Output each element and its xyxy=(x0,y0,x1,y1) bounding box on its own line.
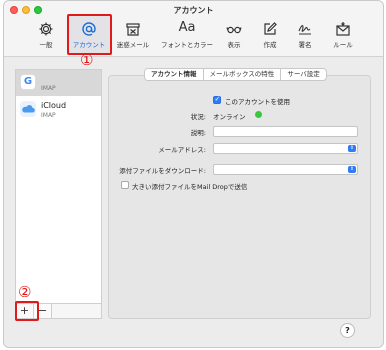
tab-account-info[interactable]: アカウント情報 xyxy=(145,69,204,80)
callout-2: ② xyxy=(18,283,32,301)
preferences-window: アカウント 一般 アカウント 迷惑メール Aa フォントとカラー 表示 作成 署… xyxy=(3,0,384,348)
account-item-google[interactable]: G IMAP xyxy=(16,70,101,96)
signature-icon xyxy=(298,25,311,35)
chevron-updown-icon: ⇕ xyxy=(348,166,356,173)
enable-account-label: このアカウントを使用 xyxy=(225,98,290,106)
toolbar-label: ルール xyxy=(333,41,353,49)
status-online-indicator xyxy=(255,111,262,118)
account-item-icloud[interactable]: iCloud IMAP xyxy=(16,97,101,123)
toolbar-label: 迷惑メール xyxy=(116,41,150,49)
icloud-icon xyxy=(20,101,36,117)
toolbar-junk-mail[interactable]: 迷惑メール xyxy=(112,19,154,55)
status-value: オンライン xyxy=(213,113,246,121)
toolbar-accounts[interactable]: アカウント xyxy=(68,19,110,55)
help-button[interactable]: ? xyxy=(340,323,355,338)
toolbar-fonts-colors[interactable]: Aa フォントとカラー xyxy=(159,19,215,55)
toolbar-signatures[interactable]: 署名 xyxy=(284,19,326,55)
toolbar-rules[interactable]: ルール xyxy=(322,19,364,55)
toolbar-general[interactable]: 一般 xyxy=(25,19,67,55)
email-select[interactable]: ⇕ xyxy=(213,143,358,154)
enable-account-checkbox[interactable] xyxy=(213,95,221,104)
toolbar-label: アカウント xyxy=(72,41,106,49)
account-list: G IMAP iCloud IMAP xyxy=(15,69,102,319)
account-type: IMAP xyxy=(41,112,56,119)
junk-mail-icon xyxy=(126,23,140,36)
glasses-icon xyxy=(226,26,242,34)
description-label: 説明: xyxy=(190,129,206,137)
rules-envelope-icon xyxy=(336,22,350,36)
account-name: iCloud xyxy=(41,101,67,110)
gear-icon xyxy=(39,22,53,36)
tab-mailbox-behaviors[interactable]: メールボックスの特性 xyxy=(204,69,282,80)
description-field[interactable] xyxy=(213,126,358,137)
account-type: IMAP xyxy=(41,85,56,92)
detail-tabs: アカウント情報 メールボックスの特性 サーバ設定 xyxy=(144,68,327,81)
toolbar-label: 署名 xyxy=(298,41,312,49)
google-icon: G xyxy=(20,74,36,90)
title-bar: アカウント 一般 アカウント 迷惑メール Aa フォントとカラー 表示 作成 署… xyxy=(4,1,383,57)
toolbar-label: フォントとカラー xyxy=(161,41,213,49)
download-attachments-select[interactable]: ⇕ xyxy=(213,164,358,175)
mail-drop-checkbox[interactable] xyxy=(121,181,129,189)
email-label: メールアドレス: xyxy=(158,146,206,154)
mail-drop-label: 大きい添付ファイルをMail Dropで送信 xyxy=(132,183,248,191)
chevron-updown-icon: ⇕ xyxy=(348,145,356,152)
status-label: 状況: xyxy=(190,113,206,121)
compose-icon xyxy=(264,22,277,35)
font-icon: Aa xyxy=(178,20,196,35)
window-title: アカウント xyxy=(173,6,214,15)
tab-server-settings[interactable]: サーバ設定 xyxy=(281,69,325,80)
add-button-highlight xyxy=(15,301,39,321)
download-attachments-label: 添付ファイルをダウンロード: xyxy=(119,167,206,175)
at-sign-icon xyxy=(82,22,96,36)
toolbar-label: 一般 xyxy=(39,41,53,49)
callout-1: ① xyxy=(80,51,94,69)
